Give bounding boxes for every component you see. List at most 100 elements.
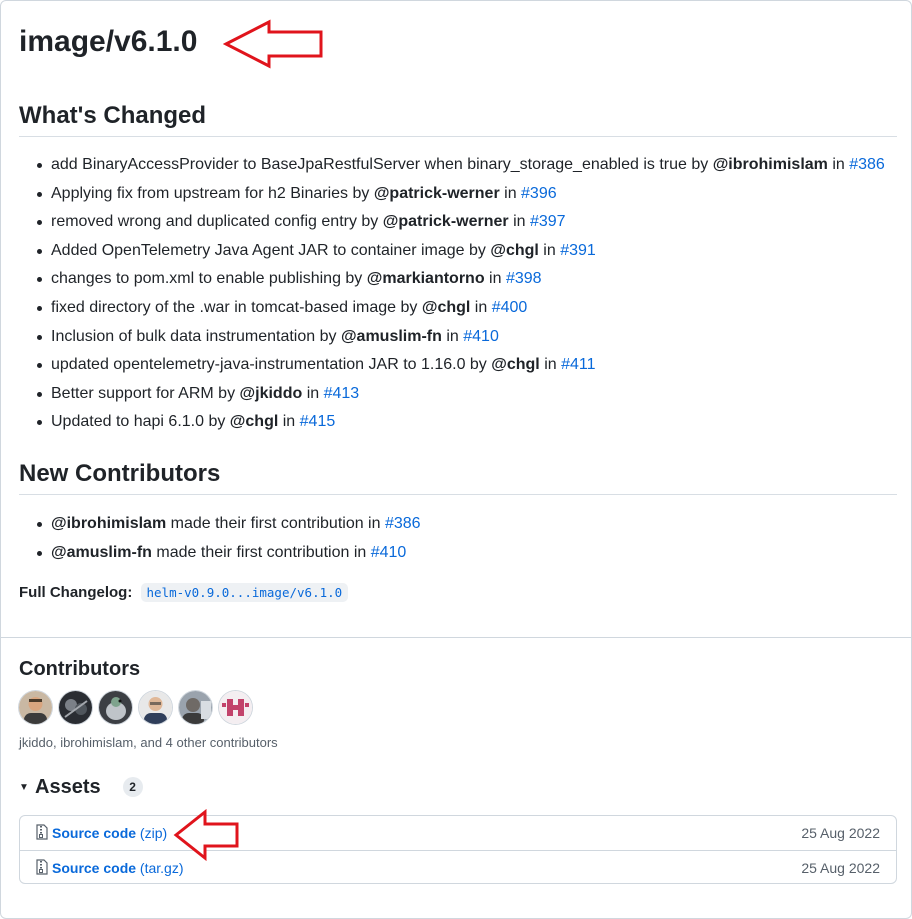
author-link[interactable]: @ibrohimislam [51,515,166,532]
changes-list: add BinaryAccessProvider to BaseJpaRestf… [19,151,885,437]
changelog-label: Full Changelog: [19,584,133,601]
pr-link[interactable]: #397 [530,213,566,230]
heading-divider [19,494,897,495]
change-description: fixed directory of the .war in tomcat-ba… [51,298,422,316]
asset-date: 25 Aug 2022 [801,825,880,841]
in-text: in [538,241,561,259]
red-arrow-icon [223,19,323,69]
red-arrow-icon [173,809,239,861]
contribution-text: made their first contribution in [166,515,385,532]
change-description: updated opentelemetry-java-instrumentati… [51,356,492,374]
change-description: Added OpenTelemetry Java Agent JAR to co… [51,241,491,259]
in-text: in [302,384,324,402]
list-item: @amuslim-fn made their first contributio… [19,539,421,568]
in-text: in [499,184,522,202]
full-changelog: Full Changelog: helm-v0.9.0...image/v6.1… [19,583,349,602]
pr-link[interactable]: #391 [560,242,596,259]
list-item: changes to pom.xml to enable publishing … [19,265,885,294]
author-link[interactable]: @patrick-werner [374,185,500,202]
pr-link[interactable]: #398 [506,270,542,287]
in-text: in [827,156,850,173]
pr-link[interactable]: #396 [521,185,557,202]
list-item: Applying fix from upstream for h2 Binari… [19,180,885,209]
change-description: Better support for ARM by [51,384,240,402]
avatar[interactable] [139,691,172,724]
avatar[interactable] [59,691,92,724]
author-link[interactable]: @markiantorno [367,270,485,287]
bullet [37,163,42,168]
author-link[interactable]: @amuslim-fn [341,328,442,345]
list-item: fixed directory of the .war in tomcat-ba… [19,294,885,323]
assets-toggle[interactable]: ▼ Assets 2 [19,772,143,802]
avatar[interactable] [99,691,132,724]
author-link[interactable]: @ibrohimislam [713,156,828,173]
release-card: image/v6.1.0 What's Changed add BinaryAc… [0,0,912,919]
in-text: in [508,213,530,231]
section-divider [1,637,911,638]
pr-link[interactable]: #413 [324,385,360,402]
list-item: Updated to hapi 6.1.0 by @chgl in #415 [19,408,885,437]
change-description: changes to pom.xml to enable publishing … [51,270,367,288]
avatar[interactable] [179,691,212,724]
in-text: in [470,298,492,316]
list-item: @ibrohimislam made their first contribut… [19,510,421,539]
change-description: Updated to hapi 6.1.0 by [51,413,230,431]
pr-link[interactable]: #410 [371,544,407,561]
asset-date: 25 Aug 2022 [801,859,880,876]
new-contributors-heading: New Contributors [19,460,221,487]
author-link[interactable]: @chgl [422,299,471,316]
changelog-compare-link[interactable]: helm-v0.9.0...image/v6.1.0 [140,583,349,602]
contributors-heading: Contributors [19,658,141,680]
assets-heading: Assets [35,775,101,798]
pr-link[interactable]: #411 [561,356,595,373]
list-item: removed wrong and duplicated config entr… [19,208,885,237]
assets-count-badge: 2 [122,777,143,797]
list-item: Inclusion of bulk data instrumentation b… [19,323,885,352]
bullet [37,522,42,527]
bullet [37,191,42,197]
list-item: add BinaryAccessProvider to BaseJpaRestf… [19,151,885,180]
in-text: in [441,327,464,345]
asset-link-targz[interactable]: Source code (tar.gz) [52,860,184,876]
asset-row[interactable]: Source code (tar.gz) 25 Aug 2022 [20,850,896,884]
pr-link[interactable]: #410 [463,328,499,345]
bullet [37,391,42,397]
bullet [37,420,42,426]
release-title: image/v6.1.0 [19,25,198,58]
file-zip-icon [36,824,48,840]
whats-changed-heading: What's Changed [19,102,207,129]
pr-link[interactable]: #400 [492,299,528,316]
bullet [37,363,42,369]
list-item: Added OpenTelemetry Java Agent JAR to co… [19,237,885,266]
list-item: Better support for ARM by @jkiddo in #41… [19,380,885,409]
bullet [37,305,42,311]
contributors-summary[interactable]: jkiddo, ibrohimislam, and 4 other contri… [19,735,278,750]
asset-row[interactable]: Source code (zip) 25 Aug 2022 [20,816,896,850]
in-text: in [484,270,506,288]
author-link[interactable]: @chgl [490,242,539,259]
in-text: in [278,413,300,431]
asset-link-zip[interactable]: Source code (zip) [52,825,167,841]
bullet [37,220,42,226]
avatar[interactable] [19,691,52,724]
author-link[interactable]: @jkiddo [240,385,303,402]
pr-link[interactable]: #386 [385,515,421,532]
triangle-down-icon: ▼ [19,781,29,793]
author-link[interactable]: @chgl [230,413,279,430]
author-link[interactable]: @amuslim-fn [51,544,152,561]
author-link[interactable]: @chgl [491,356,540,373]
bullet [37,550,42,556]
author-link[interactable]: @patrick-werner [383,213,509,230]
in-text: in [539,356,562,374]
pr-link[interactable]: #415 [300,413,336,430]
assets-list: Source code (zip) 25 Aug 2022 Source cod… [19,815,897,884]
bullet [37,334,42,340]
avatar[interactable] [219,691,252,724]
change-description: Inclusion of bulk data instrumentation b… [51,327,341,345]
file-zip-icon [36,859,48,875]
new-contributors-list: @ibrohimislam made their first contribut… [19,510,421,567]
change-description: add BinaryAccessProvider to BaseJpaRestf… [51,156,713,173]
bullet [37,277,42,283]
pr-link[interactable]: #386 [849,156,885,173]
heading-divider [19,136,897,137]
